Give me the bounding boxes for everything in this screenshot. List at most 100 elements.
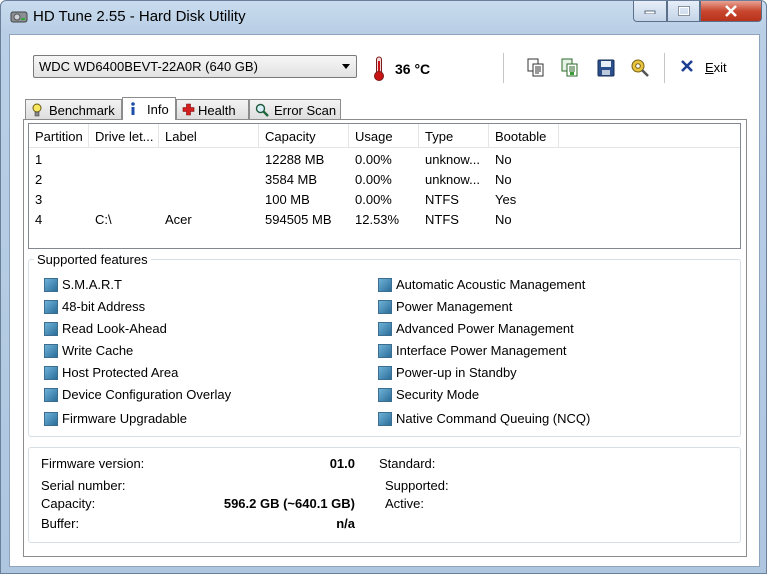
partition-table[interactable]: Partition Drive let... Label Capacity Us… <box>28 123 741 249</box>
feature-label: Power Management <box>396 299 513 314</box>
column-divider[interactable] <box>88 124 89 148</box>
minimize-button[interactable] <box>633 1 667 22</box>
feature-label: Power-up in Standby <box>396 365 517 380</box>
tab-label: Health <box>198 103 236 118</box>
bootable-cell: No <box>495 152 512 167</box>
column-header[interactable]: Bootable <box>495 129 546 144</box>
bootable-cell: No <box>495 172 512 187</box>
feature-indicator-icon <box>378 388 392 402</box>
drive-select-value: WDC WD6400BEVT-22A0R (640 GB) <box>39 59 258 74</box>
window-title: HD Tune 2.55 - Hard Disk Utility <box>33 8 246 25</box>
feature-label: Write Cache <box>62 343 134 358</box>
feature-indicator-icon <box>378 412 392 426</box>
feature-label: Host Protected Area <box>62 365 179 380</box>
bootable-cell: Yes <box>495 192 517 207</box>
health-cross-icon <box>182 103 195 116</box>
capacity-cell: 3584 MB <box>265 172 318 187</box>
tab-label: Error Scan <box>274 103 337 118</box>
tab-error-scan[interactable]: Error Scan <box>249 99 341 119</box>
type-cell: NTFS <box>425 212 459 227</box>
column-header[interactable]: Drive let... <box>95 129 154 144</box>
maximize-icon <box>677 6 690 16</box>
column-header[interactable]: Type <box>425 129 453 144</box>
chevron-down-icon <box>342 64 350 69</box>
tab-label: Benchmark <box>49 103 115 118</box>
column-divider[interactable] <box>348 124 349 148</box>
tab-health[interactable]: Health <box>176 99 249 119</box>
feature-indicator-icon <box>44 388 58 402</box>
feature-label: Advanced Power Management <box>396 321 574 336</box>
type-cell: unknow... <box>425 172 480 187</box>
feature-label: Firmware Upgradable <box>62 411 187 426</box>
firmware-value: 01.0 <box>329 456 355 471</box>
column-header[interactable]: Usage <box>355 129 393 144</box>
standard-label: Standard: <box>379 456 436 471</box>
partition-cell: 4 <box>35 212 43 227</box>
drive-select[interactable]: WDC WD6400BEVT-22A0R (640 GB) <box>33 55 357 78</box>
capacity-cell: 100 MB <box>265 192 310 207</box>
minimize-icon <box>644 10 656 14</box>
info-icon <box>131 102 135 115</box>
supported-features-group: Supported features S.M.A.R.T 48-bit Addr… <box>28 252 741 437</box>
toolbar-separator <box>503 53 505 83</box>
group-title: Supported features <box>34 252 151 267</box>
tab-benchmark[interactable]: Benchmark <box>25 99 122 119</box>
close-window-button[interactable] <box>700 1 762 22</box>
capacity-cell: 12288 MB <box>265 152 325 167</box>
close-icon <box>681 60 693 72</box>
table-row[interactable]: 4 C:\ Acer 594505 MB 12.53% NTFS No <box>29 210 740 230</box>
partition-cell: 2 <box>35 172 43 187</box>
temperature-readout: 36 °C <box>395 61 431 77</box>
column-divider[interactable] <box>418 124 419 148</box>
exit-label: Exit <box>705 60 727 75</box>
column-header[interactable]: Partition <box>35 129 83 144</box>
exit-button[interactable]: Exit <box>678 57 738 79</box>
copy-all-icon[interactable] <box>559 57 581 79</box>
usage-cell: 0.00% <box>355 172 392 187</box>
partition-cell: 1 <box>35 152 43 167</box>
column-header[interactable]: Capacity <box>265 129 316 144</box>
supported-label: Supported: <box>385 478 449 493</box>
feature-indicator-icon <box>44 366 58 380</box>
table-row[interactable]: 3 100 MB 0.00% NTFS Yes <box>29 190 740 210</box>
title-bar[interactable]: HD Tune 2.55 - Hard Disk Utility <box>1 1 766 33</box>
column-divider[interactable] <box>258 124 259 148</box>
usage-cell: 12.53% <box>355 212 400 227</box>
save-icon[interactable] <box>595 57 617 79</box>
feature-indicator-icon <box>44 412 58 426</box>
partition-cell: 3 <box>35 192 43 207</box>
table-row[interactable]: 1 12288 MB 0.00% unknow... No <box>29 150 740 170</box>
tab-label: Info <box>147 102 169 117</box>
active-label: Active: <box>385 496 425 511</box>
feature-indicator-icon <box>378 322 392 336</box>
firmware-label: Firmware version: <box>41 456 145 471</box>
column-divider[interactable] <box>488 124 489 148</box>
feature-indicator-icon <box>44 300 58 314</box>
lightbulb-icon <box>32 103 42 117</box>
capacity-cell: 594505 MB <box>265 212 332 227</box>
copy-icon[interactable] <box>525 57 547 79</box>
column-divider[interactable] <box>158 124 159 148</box>
feature-label: Security Mode <box>396 387 480 402</box>
maximize-button[interactable] <box>667 1 700 22</box>
close-icon <box>725 5 737 17</box>
feature-label: Interface Power Management <box>396 343 567 358</box>
feature-label: Read Look-Ahead <box>62 321 167 336</box>
type-cell: unknow... <box>425 152 480 167</box>
thermometer-icon <box>374 56 384 81</box>
drive-letter-cell: C:\ <box>95 212 112 227</box>
capacity-label: Capacity: <box>41 496 96 511</box>
column-header[interactable]: Label <box>165 129 197 144</box>
tab-info[interactable]: Info <box>122 97 176 120</box>
table-row[interactable]: 2 3584 MB 0.00% unknow... No <box>29 170 740 190</box>
options-icon[interactable] <box>629 57 651 79</box>
buffer-value: n/a <box>336 516 355 531</box>
hard-disk-app-icon <box>10 11 28 23</box>
feature-indicator-icon <box>378 300 392 314</box>
feature-indicator-icon <box>378 278 392 292</box>
label-cell: Acer <box>165 212 192 227</box>
feature-label: 48-bit Address <box>62 299 146 314</box>
feature-label: S.M.A.R.T <box>62 277 122 292</box>
usage-cell: 0.00% <box>355 192 392 207</box>
column-divider[interactable] <box>558 124 559 148</box>
